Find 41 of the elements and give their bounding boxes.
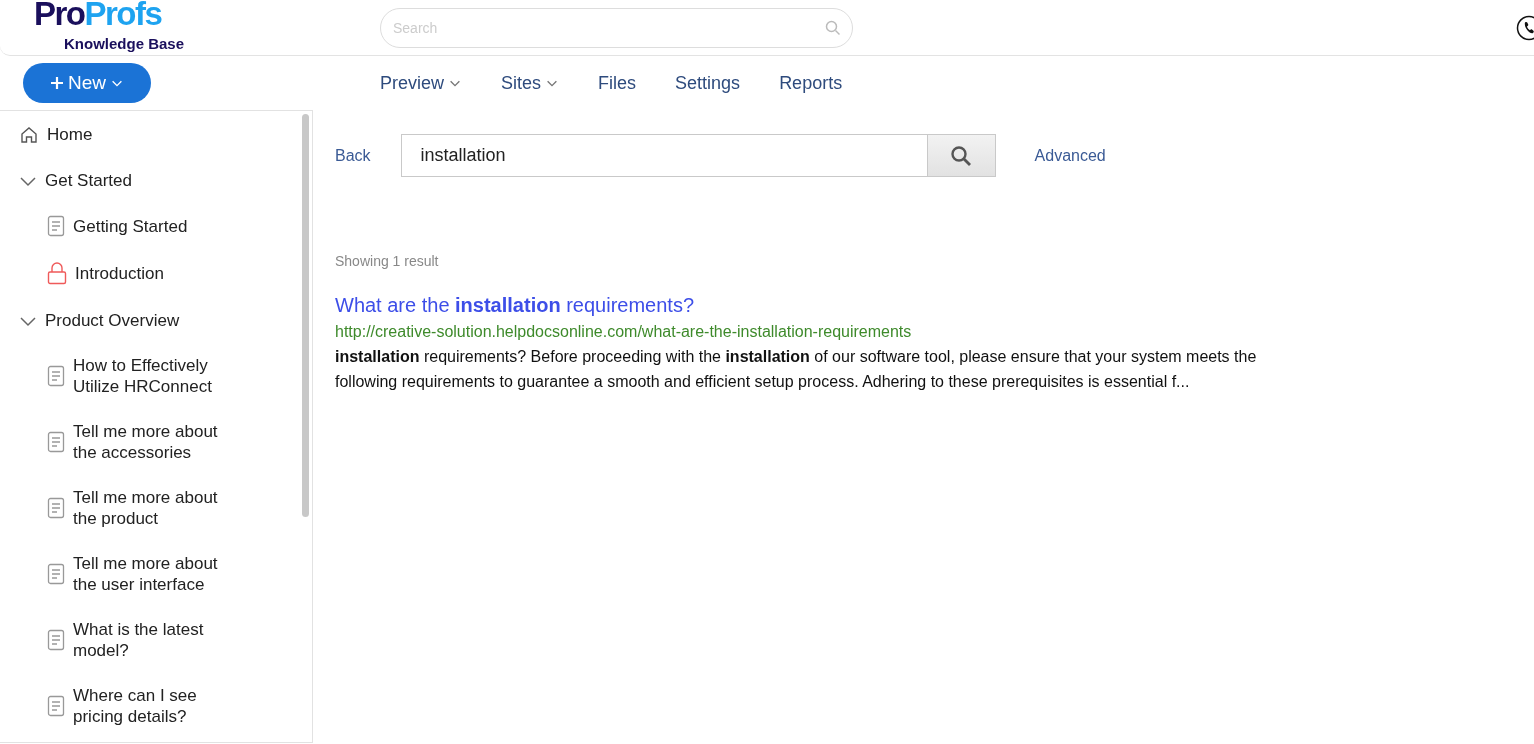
nav-link[interactable]: Sites — [501, 69, 560, 97]
sidebar-item[interactable]: Tell me more about the product — [0, 475, 312, 541]
sidebar-category[interactable]: Product Overview — [0, 297, 312, 343]
advanced-link[interactable]: Advanced — [1034, 143, 1106, 168]
logo-subtitle: Knowledge Base — [64, 35, 185, 52]
new-button[interactable]: New — [23, 63, 151, 103]
document-icon — [47, 563, 65, 585]
result-url: http://creative-solution.helpdocsonline.com/what-are-the-installation-requirements — [335, 323, 912, 340]
sidebar-item[interactable]: Introduction — [0, 249, 312, 297]
sidebar-item[interactable]: Tell me more about the user interface — [0, 541, 312, 607]
document-icon — [47, 629, 65, 651]
document-icon — [47, 215, 65, 237]
home-icon — [19, 124, 39, 145]
document-icon — [47, 497, 65, 519]
sidebar-item[interactable]: How to Effectively Utilize HRConnect — [0, 343, 312, 409]
plus-icon — [50, 76, 64, 90]
sidebar-item[interactable]: Where can I see pricing details? — [0, 673, 312, 739]
back-link[interactable]: Back — [335, 143, 371, 168]
result-count: Showing 1 result — [335, 252, 439, 271]
phone-icon — [1516, 14, 1534, 41]
sidebar-item[interactable]: Home — [0, 111, 312, 157]
document-icon — [47, 431, 65, 453]
sidebar-item[interactable]: What is the latest model? — [0, 607, 312, 673]
search-field[interactable]: installation — [400, 134, 996, 177]
document-icon — [47, 365, 65, 387]
lock-icon — [47, 261, 67, 285]
sidebar-category[interactable]: Get Started — [0, 157, 312, 203]
search-button[interactable] — [926, 135, 995, 176]
document-icon — [47, 695, 65, 717]
nav-link[interactable]: Settings — [675, 69, 741, 97]
nav-link[interactable]: Preview — [380, 69, 463, 97]
nav-link[interactable]: Files — [598, 69, 637, 97]
search-icon — [825, 19, 841, 36]
scrollbar-thumb[interactable] — [302, 114, 309, 517]
nav-link[interactable]: Reports — [779, 69, 843, 97]
logo-wordmark: ProProfs — [34, 0, 162, 29]
result-snippet: installation requirements? Before proceeding with the installation of our software tool, please ensure that your system meets the following requirements to guarantee a smooth and efficient setup process. Adhering to these prerequisites is essential f... — [335, 347, 1258, 392]
result-title-link[interactable]: What are the installation requirements? — [335, 294, 695, 316]
sidebar-item[interactable]: Getting Started — [0, 203, 312, 249]
sidebar-item[interactable]: Tell me more about the accessories — [0, 409, 312, 475]
search-icon — [950, 144, 973, 167]
